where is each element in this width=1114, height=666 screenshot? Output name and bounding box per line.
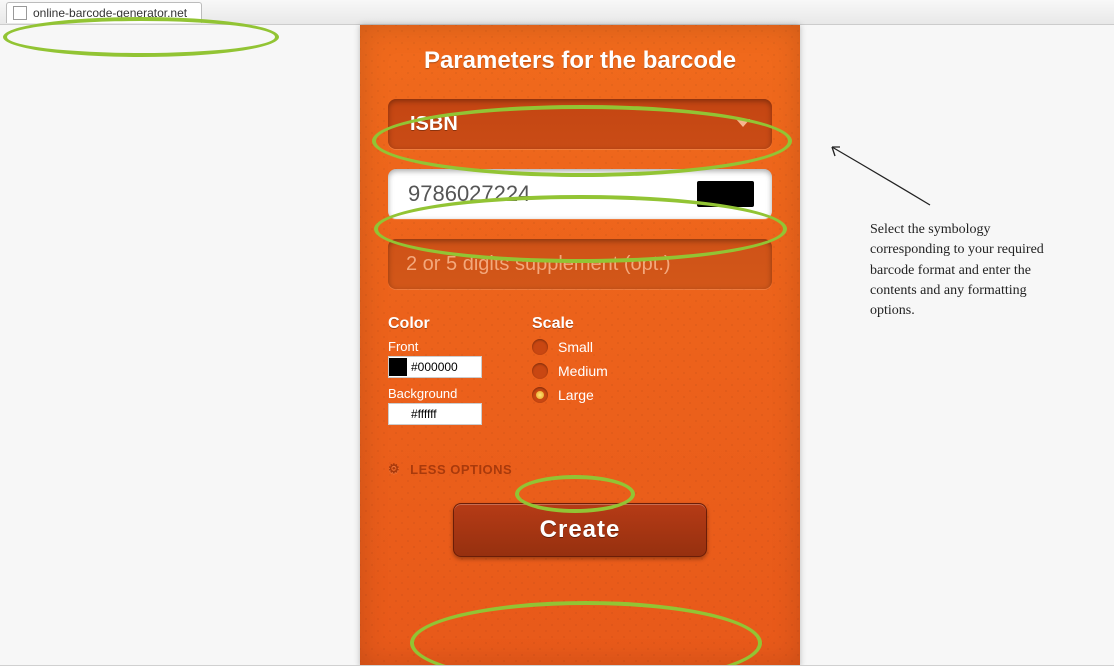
scale-heading: Scale [532, 315, 608, 333]
front-color-label: Front [388, 339, 508, 354]
scale-label-large: Large [558, 387, 594, 403]
front-color-input[interactable] [407, 359, 473, 375]
content-input[interactable] [406, 180, 701, 208]
browser-tab[interactable]: online-barcode-generator.net [6, 2, 202, 23]
symbology-select[interactable]: ISBN [388, 99, 772, 149]
options-row: Color Front Background Scale Small [388, 315, 772, 433]
bg-color-swatch [389, 405, 407, 423]
scale-label-small: Small [558, 339, 593, 355]
tab-title: online-barcode-generator.net [33, 6, 187, 20]
panel-heading: Parameters for the barcode [388, 47, 772, 75]
content-input-wrapper[interactable] [388, 169, 772, 219]
barcode-parameters-panel: Parameters for the barcode ISBN 2 or 5 d… [360, 25, 800, 666]
gear-icon: ⚙ [388, 461, 400, 477]
scale-column: Scale Small Medium Large [532, 315, 608, 433]
redacted-overlay [697, 181, 754, 207]
scale-label-medium: Medium [558, 363, 608, 379]
symbology-value: ISBN [410, 113, 458, 136]
supplement-input[interactable]: 2 or 5 digits supplement (opt.) [388, 239, 772, 289]
less-options-label: LESS OPTIONS [410, 462, 512, 477]
annotation-text: Select the symbology corresponding to yo… [870, 220, 1070, 321]
scale-option-medium[interactable]: Medium [532, 363, 608, 379]
color-column: Color Front Background [388, 315, 508, 433]
front-color-field[interactable] [388, 356, 482, 378]
supplement-placeholder: 2 or 5 digits supplement (opt.) [406, 253, 671, 276]
scale-option-large[interactable]: Large [532, 387, 608, 403]
bg-color-label: Background [388, 386, 508, 401]
radio-icon [532, 387, 548, 403]
front-color-swatch [389, 358, 407, 376]
page-stage: Parameters for the barcode ISBN 2 or 5 d… [0, 25, 1114, 666]
radio-icon [532, 363, 548, 379]
favicon-icon [13, 6, 27, 20]
chevron-down-icon [736, 119, 750, 127]
annotation-arrow-icon [820, 135, 940, 215]
bg-color-input[interactable] [407, 406, 473, 422]
color-heading: Color [388, 315, 508, 333]
less-options-toggle[interactable]: ⚙ LESS OPTIONS [388, 461, 772, 477]
radio-icon [532, 339, 548, 355]
bg-color-field[interactable] [388, 403, 482, 425]
scale-option-small[interactable]: Small [532, 339, 608, 355]
browser-tab-bar: online-barcode-generator.net [0, 0, 1114, 25]
create-button[interactable]: Create [453, 503, 707, 557]
